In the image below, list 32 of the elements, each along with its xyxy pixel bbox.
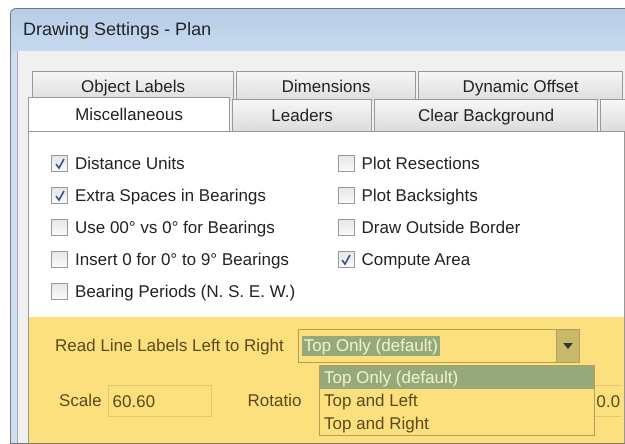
field-label: Scale [59, 391, 102, 411]
checkbox-label: Plot Backsights [362, 186, 478, 206]
checkbox-label: Plot Resections [362, 154, 480, 174]
scale-field[interactable]: 60.60 [108, 385, 212, 417]
rotation-field[interactable]: 0.0 [594, 385, 622, 417]
tab[interactable]: Miscellaneous [28, 97, 230, 131]
checkbox[interactable] [51, 283, 68, 300]
tab[interactable]: Dynamic Offset [418, 71, 623, 101]
tab[interactable]: Leaders [232, 99, 372, 131]
dropdown-option[interactable]: Top and Left [320, 389, 594, 412]
dropdown-option[interactable]: Top and Right [320, 412, 594, 435]
tab[interactable]: Dimensions [236, 71, 416, 101]
checkbox-label: Distance Units [75, 154, 185, 174]
checkbox-label: Draw Outside Border [362, 218, 520, 238]
checkbox-label: Compute Area [362, 250, 470, 270]
checkbox[interactable] [338, 187, 354, 204]
checkbox[interactable] [51, 187, 68, 204]
checkbox[interactable] [338, 251, 354, 268]
checkbox-label: Use 00° vs 0° for Bearings [75, 218, 275, 238]
checkbox[interactable] [338, 219, 354, 236]
checkbox-label: Insert 0 for 0° to 9° Bearings [75, 250, 289, 270]
checkbox[interactable] [338, 155, 354, 172]
field-label: Rotatio [248, 391, 302, 411]
checkbox[interactable] [51, 155, 68, 172]
field-label: Read Line Labels Left to Right [55, 336, 284, 356]
tab[interactable] [600, 99, 625, 131]
checkbox-label: Extra Spaces in Bearings [75, 186, 266, 206]
tab[interactable]: Clear Background [374, 99, 598, 131]
checkbox-label: Bearing Periods (N. S. E. W.) [75, 282, 296, 302]
checkbox[interactable] [51, 219, 68, 236]
checkbox[interactable] [51, 251, 68, 268]
window-title: Drawing Settings - Plan [11, 9, 625, 51]
